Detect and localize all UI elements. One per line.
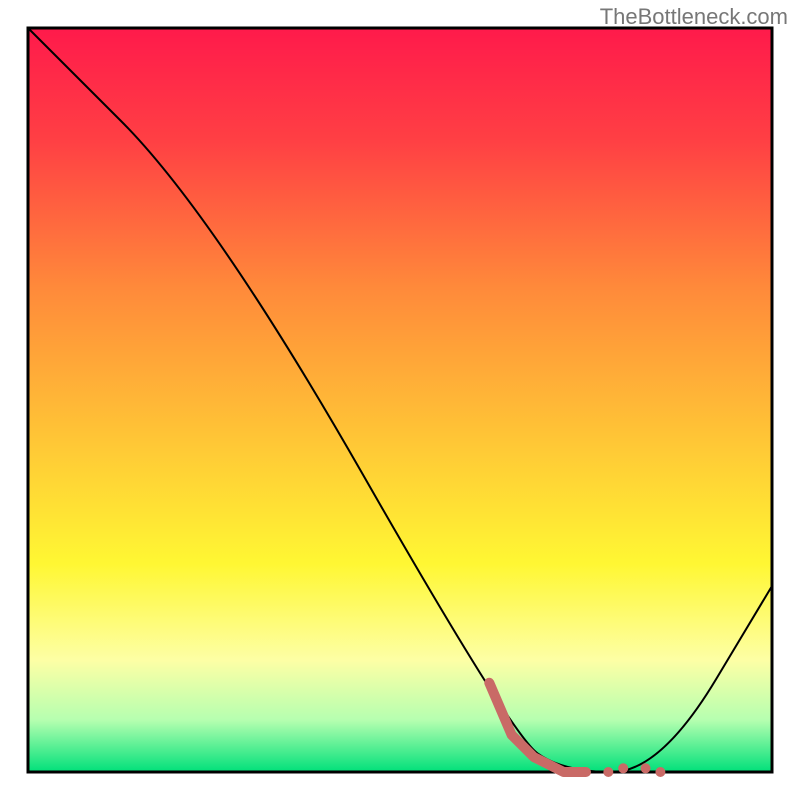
bottleneck-chart [0, 0, 800, 800]
chart-container: TheBottleneck.com [0, 0, 800, 800]
attribution-label: TheBottleneck.com [600, 4, 788, 30]
